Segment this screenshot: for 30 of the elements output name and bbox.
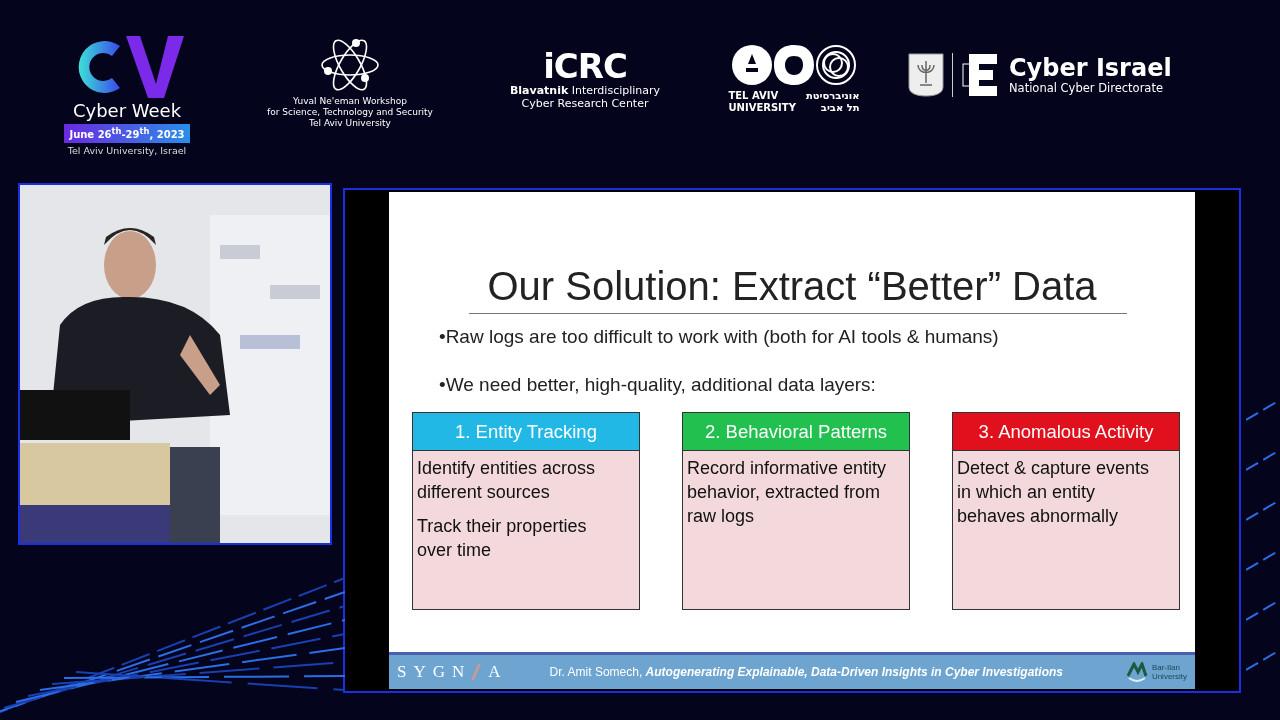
speaker-citation: Dr. Amit Somech, Autogenerating Explainable, Data-Driven Insights in Cyber Investigations: [549, 665, 1064, 679]
directorate-subtitle: National Cyber Directorate: [1009, 81, 1164, 95]
card-heading: 3. Anomalous Activity: [953, 413, 1179, 451]
icrc-logo-text: iCRC: [543, 48, 627, 84]
center-name: Blavatnik Interdisciplinary: [509, 84, 661, 97]
event-location: Tel Aviv University, Israel: [67, 144, 187, 156]
card-heading: 1. Entity Tracking: [413, 413, 639, 451]
bullet-point: •Raw logs are too difficult to work with (both for AI tools & humans): [439, 326, 1000, 348]
slide-title: Our Solution: Extract “Better” Data: [486, 264, 1098, 309]
directorate-title: Cyber Israel: [1009, 54, 1172, 82]
card-text: Identify entities across different sources: [417, 457, 597, 504]
card-text: Detect & capture events in which an entity behaves abnormally: [957, 457, 1151, 528]
university-name: Bar-Ilan University: [1151, 663, 1187, 681]
card-text: Track their properties over time: [417, 515, 588, 562]
circles-logo-icon: [732, 44, 856, 86]
event-title: Cyber Week: [72, 100, 182, 123]
university-name-hebrew: אוניברסיטת תל אביב: [805, 90, 860, 114]
bullet-point: •We need better, high-quality, additional data layers:: [439, 374, 877, 396]
atom-icon: [320, 37, 380, 92]
brand-text: SYGN: [397, 662, 472, 682]
slash-icon: [471, 664, 482, 680]
workshop-name: Yuval Ne'eman Workshop for Science, Technology and Security Tel Aviv University: [267, 95, 433, 129]
brand-text: A: [488, 662, 508, 682]
university-name: TEL AVIV UNIVERSITY: [728, 90, 796, 114]
emblem-icon: [908, 53, 944, 97]
event-dates: June 26$^{th}$-29$^{th}$, 2023: [64, 124, 190, 143]
center-name: Cyber Research Center: [521, 97, 649, 110]
card-heading: 2. Behavioral Patterns: [683, 413, 909, 451]
university-logo-icon: [1125, 662, 1148, 682]
card-text: Record informative entity behavior, extracted from raw logs: [687, 457, 887, 528]
